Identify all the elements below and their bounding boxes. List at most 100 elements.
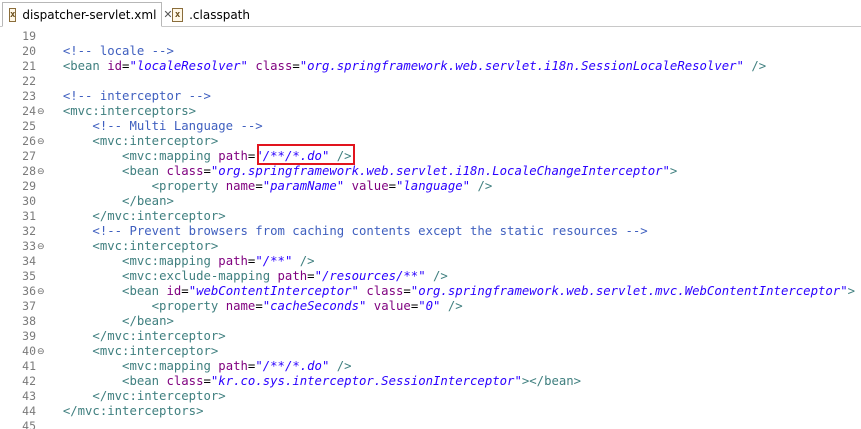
code-token: "paramName": [262, 179, 345, 193]
code-token: <mvc:mapping: [122, 149, 219, 163]
code-token: />: [470, 179, 493, 193]
code-text: <property name="cacheSeconds" value="0" …: [48, 299, 463, 314]
code-text: <!-- locale -->: [48, 44, 174, 59]
tab-dispatcher-servlet-xml[interactable]: x dispatcher-servlet.xml ✕: [2, 2, 173, 27]
code-token: path: [218, 359, 248, 373]
line-number: 41: [22, 359, 36, 373]
line-number: 45: [22, 419, 36, 429]
line-number: 42: [22, 374, 36, 388]
code-token: <mvc:interceptor>: [92, 134, 219, 148]
code-token: "webContentInterceptor": [188, 284, 359, 298]
code-token: <mvc:mapping: [122, 359, 219, 373]
code-line[interactable]: 41 <mvc:mapping path="/**/*.do" />: [0, 359, 861, 374]
code-token: =: [403, 284, 411, 298]
code-line[interactable]: 29 <property name="paramName" value="lan…: [0, 179, 861, 194]
code-line[interactable]: 39 </mvc:interceptor>: [0, 329, 861, 344]
code-text: <!-- Multi Language -->: [48, 119, 262, 134]
code-text: </bean>: [48, 194, 174, 209]
line-number: 28: [22, 164, 36, 178]
code-line[interactable]: 36 ⊖ <bean id="webContentInterceptor" cla…: [0, 284, 861, 299]
code-text: <bean id="localeResolver" class="org.spr…: [48, 59, 766, 74]
code-line[interactable]: 37 <property name="cacheSeconds" value="…: [0, 299, 861, 314]
code-token: "/**": [255, 254, 293, 268]
code-line[interactable]: 27 <mvc:mapping path="/**/*.do" />: [0, 149, 861, 164]
code-token: <mvc:interceptor>: [92, 239, 219, 253]
code-line[interactable]: 45: [0, 419, 861, 429]
line-number: 25: [22, 119, 36, 133]
code-text: <bean class="kr.co.sys.interceptor.Sessi…: [48, 374, 581, 389]
line-number: 36: [22, 284, 36, 298]
code-token: </bean>: [122, 314, 174, 328]
code-line[interactable]: 20 <!-- locale -->: [0, 44, 861, 59]
code-token: =: [181, 284, 189, 298]
code-token: "/**/*.do": [255, 359, 330, 373]
code-line[interactable]: 23 <!-- interceptor -->: [0, 89, 861, 104]
code-token: />: [329, 359, 352, 373]
code-token: id: [166, 284, 182, 298]
line-number: 44: [22, 404, 36, 418]
code-text: </mvc:interceptor>: [48, 209, 225, 224]
code-token: <bean: [62, 59, 108, 73]
line-number: 24: [22, 104, 36, 118]
code-line[interactable]: 31 </mvc:interceptor>: [0, 209, 861, 224]
code-token: />: [425, 269, 448, 283]
fold-toggle-icon[interactable]: ⊖: [37, 240, 45, 255]
code-token: <bean: [122, 164, 167, 178]
code-line[interactable]: 19: [0, 29, 861, 44]
code-text: <mvc:interceptor>: [48, 134, 218, 149]
line-number: 23: [22, 89, 36, 103]
code-line[interactable]: 40 ⊖ <mvc:interceptor>: [0, 344, 861, 359]
tab-label: dispatcher-servlet.xml: [22, 7, 157, 22]
code-token: path: [218, 254, 248, 268]
code-token: </bean>: [122, 194, 174, 208]
code-token: id: [107, 59, 123, 73]
line-number: 39: [22, 329, 36, 343]
code-line[interactable]: 24 ⊖ <mvc:interceptors>: [0, 104, 861, 119]
code-token: name: [225, 299, 256, 313]
fold-toggle-icon[interactable]: ⊖: [37, 165, 45, 180]
code-line[interactable]: 30 </bean>: [0, 194, 861, 209]
code-line[interactable]: 35 <mvc:exclude-mapping path="/resources…: [0, 269, 861, 284]
line-number: 20: [22, 44, 36, 58]
code-token: "/resources/**": [314, 269, 426, 283]
code-token: "kr.co.sys.interceptor.SessionIntercepto…: [210, 374, 522, 388]
code-line[interactable]: 25 <!-- Multi Language -->: [0, 119, 861, 134]
code-line[interactable]: 34 <mvc:mapping path="/**" />: [0, 254, 861, 269]
code-text: <property name="paramName" value="langua…: [48, 179, 493, 194]
line-number: 29: [22, 179, 36, 193]
tab-classpath[interactable]: x .classpath: [166, 2, 256, 27]
code-editor[interactable]: 19 20 <!-- locale --> 21 <bean id="localeR…: [0, 28, 861, 429]
code-token: =: [203, 164, 211, 178]
code-token: <!-- locale -->: [62, 44, 174, 58]
line-number: 19: [22, 29, 36, 43]
line-number: 37: [22, 299, 36, 313]
code-text: </mvc:interceptors>: [48, 404, 204, 419]
code-token: <!-- interceptor -->: [62, 89, 211, 103]
code-line[interactable]: 28 ⊖ <bean class="org.springframework.web…: [0, 164, 861, 179]
code-line[interactable]: 42 <bean class="kr.co.sys.interceptor.Se…: [0, 374, 861, 389]
code-line[interactable]: 38 </bean>: [0, 314, 861, 329]
code-token: path: [277, 269, 308, 283]
code-line[interactable]: 43 </mvc:interceptor>: [0, 389, 861, 404]
code-line[interactable]: 26 ⊖ <mvc:interceptor>: [0, 134, 861, 149]
code-line[interactable]: 32 <!-- Prevent browsers from caching co…: [0, 224, 861, 239]
fold-toggle-icon[interactable]: ⊖: [37, 105, 45, 120]
highlight-annotation-box: [257, 144, 355, 165]
line-number: 21: [22, 59, 36, 73]
code-text: <!-- Prevent browsers from caching conte…: [48, 224, 647, 239]
code-line[interactable]: 44 </mvc:interceptors>: [0, 404, 861, 419]
code-token: "org.springframework.web.servlet.mvc.Web…: [410, 284, 848, 298]
code-text: <bean class="org.springframework.web.ser…: [48, 164, 677, 179]
line-number: 43: [22, 389, 36, 403]
tab-label: .classpath: [189, 7, 250, 22]
code-token: "0": [418, 299, 441, 313]
line-number: 30: [22, 194, 36, 208]
code-line[interactable]: 21 <bean id="localeResolver" class="org.…: [0, 59, 861, 74]
code-text: <mvc:exclude-mapping path="/resources/**…: [48, 269, 448, 284]
code-line[interactable]: 22: [0, 74, 861, 89]
fold-toggle-icon[interactable]: ⊖: [37, 285, 45, 300]
code-line[interactable]: 33 ⊖ <mvc:interceptor>: [0, 239, 861, 254]
fold-toggle-icon[interactable]: ⊖: [37, 345, 45, 360]
line-number: 22: [22, 74, 36, 88]
fold-toggle-icon[interactable]: ⊖: [37, 135, 45, 150]
